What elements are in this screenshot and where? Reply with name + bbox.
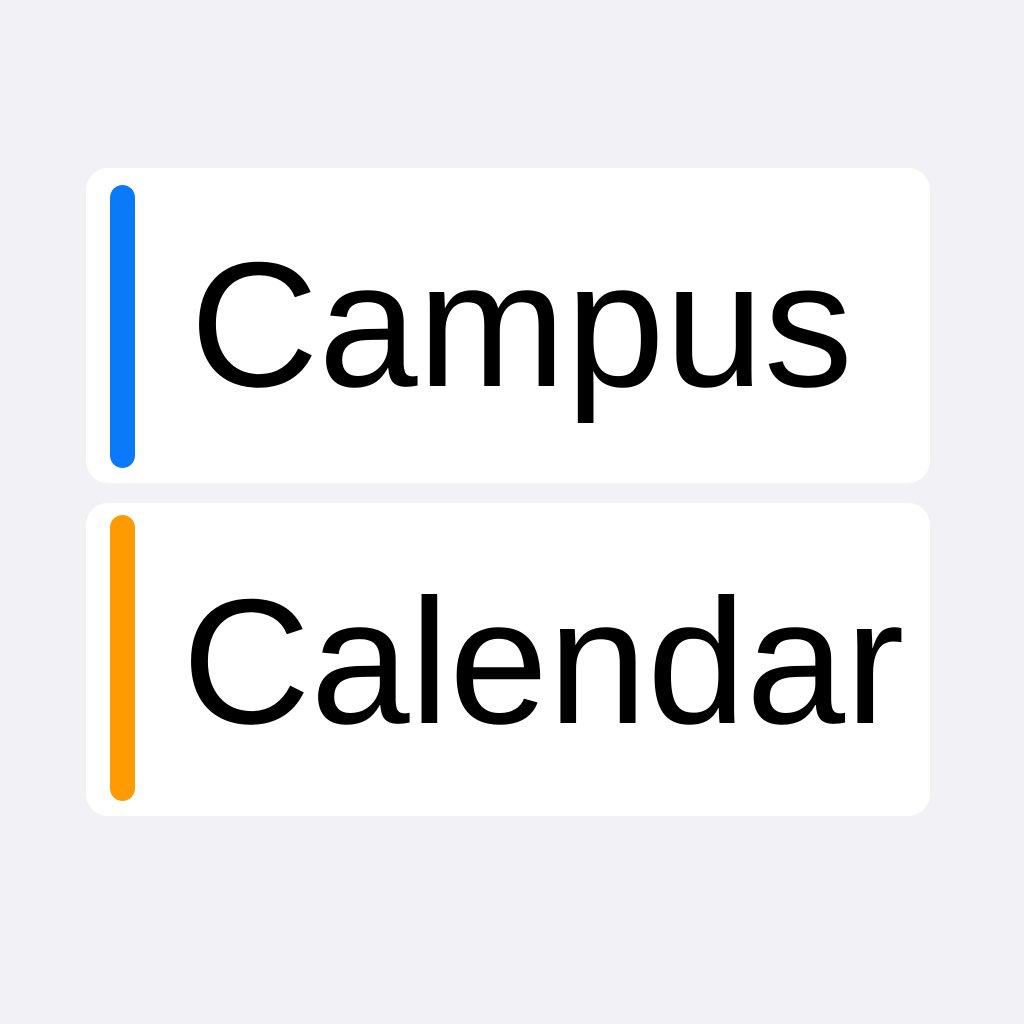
campus-label: Campus — [190, 225, 853, 424]
campus-card: Campus — [86, 168, 930, 483]
calendar-label: Calendar — [182, 562, 905, 761]
orange-accent-bar — [110, 515, 135, 801]
blue-accent-bar — [110, 185, 135, 468]
calendar-card: Calendar — [86, 503, 930, 816]
